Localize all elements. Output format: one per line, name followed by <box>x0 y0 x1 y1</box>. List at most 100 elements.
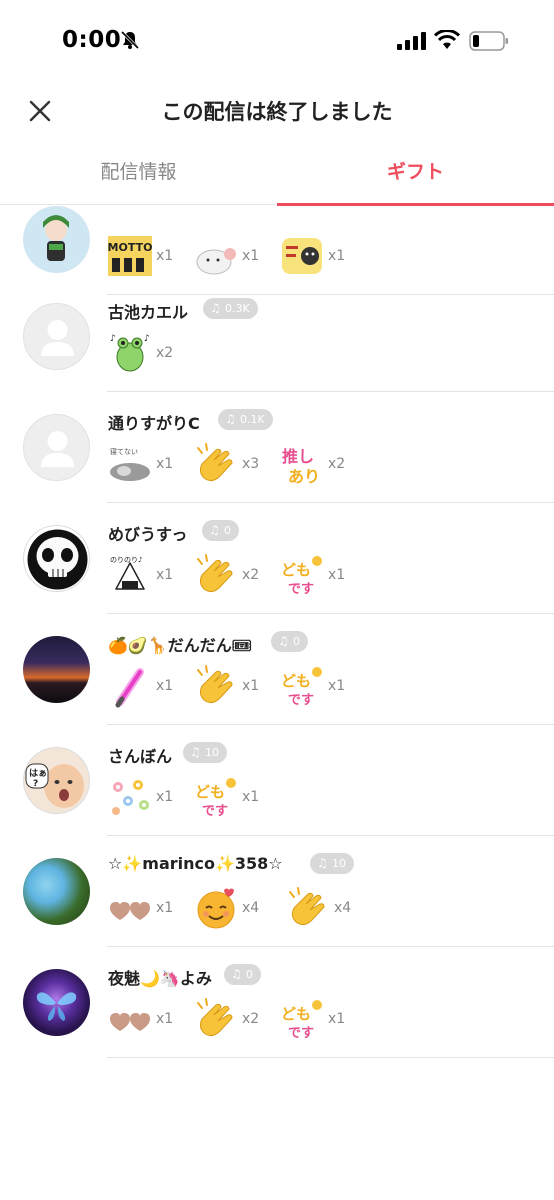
svg-text:?: ? <box>33 779 38 789</box>
status-time: 0:00 <box>62 27 122 53</box>
tab-stream-info[interactable]: 配信情報 <box>0 142 277 204</box>
gift-count: x3 <box>242 456 260 472</box>
onigiri-sticker-icon: のりのり♪ <box>110 556 145 590</box>
clap-emoji-icon <box>289 887 325 926</box>
flowers-sticker-icon <box>112 780 149 815</box>
svg-text:MOTTO: MOTTO <box>108 241 152 254</box>
svg-text:です: です <box>288 1026 314 1041</box>
hearts-sticker-icon <box>110 1013 150 1031</box>
gift-count: x2 <box>242 1011 260 1027</box>
music-note-icon: ♫ <box>278 634 289 648</box>
gift-count: x1 <box>242 789 260 805</box>
avatar[interactable]: はぁ ? <box>23 747 90 814</box>
list-item[interactable]: 🍊🥑🦒だんだん🎟 ♫ 0 x1 x1 ども です x1 <box>0 614 554 725</box>
gift-count: x1 <box>156 567 174 583</box>
avatar[interactable] <box>23 858 90 925</box>
list-item[interactable]: 古池カエル ♫ 0.3K ♪ ♪ x2 <box>0 281 554 392</box>
gift-count: x1 <box>242 678 260 694</box>
doumo-sticker-icon: ども です <box>281 1000 322 1041</box>
svg-text:です: です <box>202 804 228 819</box>
avatar[interactable] <box>23 414 90 481</box>
badge-value: 0 <box>293 635 300 648</box>
list-item[interactable]: ☆✨marinco✨358☆ ♫ 10 x1 x4 x4 <box>0 836 554 947</box>
gift-count: x1 <box>328 248 346 264</box>
gift-count: x1 <box>156 248 174 264</box>
doumo-sticker-icon: ども です <box>195 778 236 819</box>
badge-value: 0.3K <box>225 302 250 315</box>
tab-gift[interactable]: ギフト <box>277 142 554 204</box>
badge-value: 0 <box>224 524 231 537</box>
bell-slash-icon <box>120 30 140 50</box>
gift-count: x1 <box>328 1011 346 1027</box>
doumo-sticker-icon: ども です <box>281 556 322 597</box>
gift-count: x1 <box>242 248 260 264</box>
music-note-icon: ♫ <box>210 301 221 315</box>
battery-icon <box>469 31 508 51</box>
user-name: さんぼん <box>108 747 173 766</box>
svg-text:寝てない: 寝てない <box>110 447 138 456</box>
user-name: 通りすがりC <box>108 414 200 433</box>
status-badge: ♫ 0 <box>202 520 239 541</box>
list-item[interactable]: はぁ ? さんぼん ♫ 10 x1 ども です x1 <box>0 725 554 836</box>
default-avatar-icon <box>41 431 74 467</box>
status-badge: ♫ 0.1K <box>218 409 273 430</box>
gift-count: x4 <box>334 900 352 916</box>
svg-text:ども: ども <box>281 561 311 579</box>
svg-text:ども: ども <box>195 783 225 801</box>
page-title: この配信は終了しました <box>161 100 393 124</box>
oshi-ari-sticker-icon: 推し あり <box>282 447 320 486</box>
gift-count: x2 <box>328 456 346 472</box>
svg-text:ども: ども <box>281 672 311 690</box>
status-badge: ♫ 0 <box>224 964 261 985</box>
gift-count: x1 <box>156 789 174 805</box>
svg-text:です: です <box>288 693 314 708</box>
user-name: 夜魅🌙🦄よみ <box>108 969 212 988</box>
clap-emoji-icon <box>197 665 233 704</box>
avatar[interactable] <box>23 969 90 1036</box>
signal-icon <box>397 32 426 50</box>
motto-sticker-icon: MOTTO <box>108 236 152 276</box>
svg-text:あり: あり <box>288 467 320 486</box>
cat-sticker-icon <box>196 248 236 275</box>
gift-count: x1 <box>328 567 346 583</box>
music-note-icon: ♫ <box>209 523 220 537</box>
gift-count: x1 <box>156 678 174 694</box>
status-badge: ♫ 10 <box>183 742 227 763</box>
music-note-icon: ♫ <box>231 967 242 981</box>
gift-count: x4 <box>242 900 260 916</box>
default-avatar-icon <box>41 320 74 356</box>
thanks-sticker-icon <box>282 238 322 274</box>
clap-emoji-icon <box>197 554 233 593</box>
gift-count: x1 <box>156 456 174 472</box>
frog-sticker-icon: ♪ ♪ <box>110 334 150 372</box>
gift-list[interactable]: MOTTO x1 x1 x1 古池カエル ♫ 0.3K ♪ ♪ x2 通りすがり… <box>0 206 554 1066</box>
gift-count: x1 <box>156 900 174 916</box>
svg-text:はぁ: はぁ <box>29 768 47 779</box>
list-item[interactable]: 夜魅🌙🦄よみ ♫ 0 x1 x2 ども です x1 <box>0 947 554 1058</box>
gift-count: x2 <box>156 345 174 361</box>
gift-count: x1 <box>156 1011 174 1027</box>
avatar[interactable] <box>23 303 90 370</box>
doumo-sticker-icon: ども です <box>281 667 322 708</box>
badge-value: 0.1K <box>240 413 265 426</box>
user-name: 古池カエル <box>108 303 189 322</box>
badge-value: 10 <box>332 857 346 870</box>
avatar[interactable] <box>23 636 90 703</box>
status-badge: ♫ 0.3K <box>203 298 258 319</box>
avatar[interactable] <box>23 525 90 592</box>
svg-text:です: です <box>288 582 314 597</box>
header: この配信は終了しました <box>0 80 554 142</box>
avatar[interactable] <box>23 206 90 273</box>
wifi-icon <box>434 30 460 49</box>
sleepy-cat-sticker-icon: 寝てない <box>110 447 150 481</box>
list-item[interactable]: 通りすがりC ♫ 0.1K 寝てない x1 x3 推し あり x2 <box>0 392 554 503</box>
status-badge: ♫ 10 <box>310 853 354 874</box>
smile-emoji-icon <box>197 888 235 929</box>
svg-text:♪: ♪ <box>110 334 116 344</box>
list-item[interactable]: めびうすっ ♫ 0 のりのり♪ x1 x2 ども です x1 <box>0 503 554 614</box>
svg-text:ども: ども <box>281 1005 311 1023</box>
status-bar: 0:00 <box>0 0 554 80</box>
user-name: 🍊🥑🦒だんだん🎟 <box>108 636 253 655</box>
badge-value: 10 <box>205 746 219 759</box>
user-name: ☆✨marinco✨358☆ <box>108 854 283 873</box>
